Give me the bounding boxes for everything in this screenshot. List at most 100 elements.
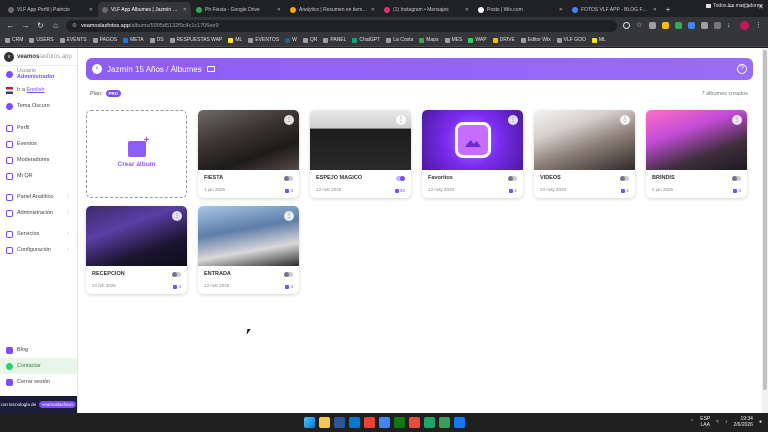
browser-tab[interactable]: Ph Fiesta - Google Drive ✕ [192,2,285,17]
tab-close-icon[interactable]: ✕ [653,7,657,13]
taskbar-app-icon[interactable] [348,417,360,428]
bookmark-item[interactable]: CRM [5,37,23,43]
all-bookmarks-button[interactable]: Todos los marcadores [706,3,762,9]
browser-tab[interactable]: VLF App Perfil | Patricio ✕ [4,2,97,17]
sidebar-item-servicios[interactable]: Servicios › [0,226,77,242]
album-card[interactable]: ⋮ ESPEJO MAGICO 13 mar 2026 93 [310,110,411,198]
album-thumbnail[interactable]: ⋮ [310,110,411,170]
taskbar-app-icon[interactable] [438,417,450,428]
album-card[interactable]: ⋮ FIESTA 1 jun 2026 3 [198,110,299,198]
browser-tab[interactable]: Posts | Wix.com ✕ [474,2,567,17]
tab-close-icon[interactable]: ✕ [559,7,563,13]
taskbar-app-icon[interactable] [393,417,405,428]
language-switch[interactable]: Ir a Ennlish [0,82,77,98]
tab-close-icon[interactable]: ✕ [89,7,93,13]
taskbar-app-icon[interactable] [408,417,420,428]
extension-3-icon[interactable] [675,22,682,29]
wifi-icon[interactable]: ≈ [716,419,719,425]
create-album-card[interactable]: Crear álbum [86,110,187,198]
sidebar-item-panel-anal-tico[interactable]: Panel Analítico › [0,189,77,205]
dark-mode-toggle[interactable]: Tema Oscuro [0,98,77,114]
sidebar-item-eventos[interactable]: Eventos [0,136,77,152]
album-thumbnail[interactable]: ⋮ [422,110,523,170]
bookmark-item[interactable]: QR [302,37,317,43]
sidebar-item-blog[interactable]: Blog [0,342,77,358]
album-card[interactable]: ⋮ RECEPCION 23 feb 2026 4 [86,206,187,294]
new-tab-icon[interactable]: + [662,2,674,17]
album-card[interactable]: ⋮ Favoritos 13 may 2026 1 [422,110,523,198]
taskbar-app-icon[interactable] [363,417,375,428]
browser-tab[interactable]: FOTOS VLF APP - BLOG FORMA✕ [568,2,661,17]
forward-icon[interactable]: → [21,21,30,30]
menu-kebab-icon[interactable]: ⋮ [755,22,762,29]
sidebar-item-configuraci-n[interactable]: Configuración › [0,242,77,258]
bookmark-item[interactable]: USERS [29,37,54,43]
bookmark-item[interactable]: Maps [419,37,439,43]
browser-tab[interactable]: VLF App Álbumes | Jazmín 15 A ✕ [98,2,191,17]
bookmark-item[interactable]: DS [149,37,164,43]
bookmark-item[interactable]: META [123,37,144,43]
taskbar-app-icon[interactable] [318,417,330,428]
album-menu-button[interactable]: ⋮ [284,115,294,125]
home-icon[interactable]: ⌂ [51,21,60,30]
album-card[interactable]: ⋮ VIDEOS 23 may 2026 1 [534,110,635,198]
tab-close-icon[interactable]: ✕ [465,7,469,13]
bookmark-item[interactable]: WAP [468,37,487,43]
bookmark-item[interactable]: MES [444,37,462,43]
bookmark-item[interactable]: ML [591,37,606,43]
sidebar-item-mi-qr[interactable]: Mi QR [0,168,77,184]
address-bar[interactable]: ⚙ veamoslasfotos.app/albums/5995d5132f9c… [66,19,617,32]
bookmark-item[interactable]: PANEL [323,37,346,43]
site-info-icon[interactable]: ⚙ [72,23,77,29]
album-thumbnail[interactable]: ⋮ [86,206,187,266]
album-visibility-toggle[interactable] [396,176,405,181]
zoom-icon[interactable] [623,22,630,29]
back-icon[interactable]: ← [6,21,15,30]
album-thumbnail[interactable]: ⋮ [646,110,747,170]
browser-tab[interactable]: (1) Instagram • Mensajes ✕ [380,2,473,17]
back-button[interactable]: ‹ [92,64,102,74]
album-card[interactable]: ⋮ BRINDIS 2 jun 2026 0 [646,110,747,198]
bookmark-item[interactable]: Editor Wix [520,37,551,43]
bookmark-item[interactable]: DRIVE [492,37,515,43]
album-thumbnail[interactable]: ⋮ [198,110,299,170]
bookmark-item[interactable]: ML [228,37,242,43]
album-menu-button[interactable]: ⋮ [508,115,518,125]
album-menu-button[interactable]: ⋮ [732,115,742,125]
sidebar-item-administraci-n[interactable]: Administración › [0,205,77,221]
extension-2-icon[interactable] [662,22,669,29]
bookmark-item[interactable]: PAGOS [92,37,117,43]
extension-5-icon[interactable] [701,22,708,29]
album-menu-button[interactable]: ⋮ [396,115,406,125]
volume-icon[interactable]: ♪ [725,419,728,425]
tab-close-icon[interactable]: ✕ [277,7,281,13]
album-menu-button[interactable]: ⋮ [172,211,182,221]
sidebar-item-contactar[interactable]: Contactar [0,358,77,374]
bookmark-item[interactable]: EVENTOS [248,37,279,43]
taskbar-app-icon[interactable] [453,417,465,428]
reload-icon[interactable]: ↻ [36,21,45,30]
taskbar-app-icon[interactable] [378,417,390,428]
language-link[interactable]: Ennlish [26,87,44,93]
sidebar-item-moderadores[interactable]: Moderadores [0,152,77,168]
album-visibility-toggle[interactable] [732,176,741,181]
scrollbar[interactable] [762,48,768,413]
album-visibility-toggle[interactable] [620,176,629,181]
download-icon[interactable]: ↓ [727,22,734,29]
bookmark-item[interactable]: VLF GOO [556,37,586,43]
bookmark-item[interactable]: ChatGPT [352,37,380,43]
notification-icon[interactable]: ● [759,419,762,425]
sidebar-item-cerrar-sesi-n[interactable]: Cerrar sesión [0,374,77,390]
extensions-puzzle-icon[interactable] [714,22,721,29]
bookmark-item[interactable]: EVENTS [59,37,87,43]
album-thumbnail[interactable]: ⋮ [198,206,299,266]
album-visibility-toggle[interactable] [508,176,517,181]
tab-close-icon[interactable]: ✕ [183,7,187,13]
album-thumbnail[interactable]: ⋮ [534,110,635,170]
bookmark-item[interactable]: La Costa [386,37,413,43]
browser-tab[interactable]: Analytics | Resumen en tiempo ✕ [286,2,379,17]
album-visibility-toggle[interactable] [284,176,293,181]
windows-start-icon[interactable] [303,417,315,428]
album-menu-button[interactable]: ⋮ [620,115,630,125]
tab-close-icon[interactable]: ✕ [371,7,375,13]
